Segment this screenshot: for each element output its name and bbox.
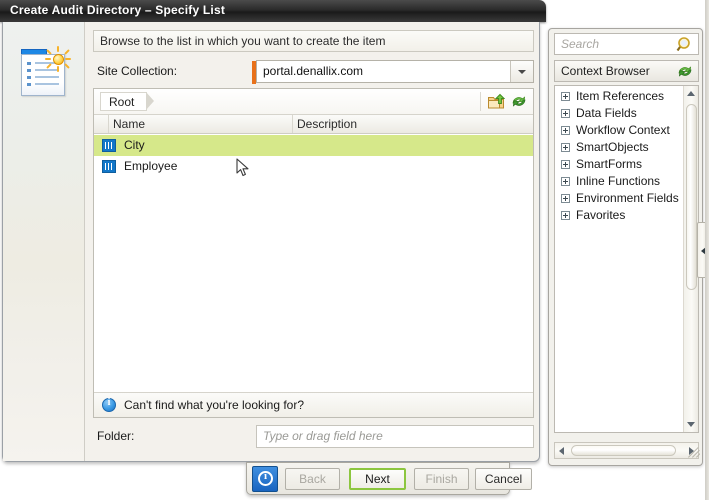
- refresh-icon[interactable]: [510, 93, 528, 110]
- table-row[interactable]: City: [94, 135, 533, 156]
- row-name: Employee: [124, 159, 178, 173]
- tree-item-workflow-context[interactable]: Workflow Context: [555, 122, 682, 139]
- site-collection-label: Site Collection:: [97, 64, 178, 78]
- context-browser-header: Context Browser: [554, 60, 699, 82]
- expand-plus-icon[interactable]: [561, 211, 570, 220]
- list-icon: [102, 160, 116, 173]
- context-tree-items: Item References Data Fields Workflow Con…: [555, 88, 682, 224]
- browser-footer-note[interactable]: Can't find what you're looking for?: [94, 392, 533, 417]
- tree-item-label: SmartForms: [576, 157, 642, 171]
- site-collection-dropdown-button[interactable]: [510, 61, 533, 82]
- tree-item-inline-functions[interactable]: Inline Functions: [555, 173, 682, 190]
- breadcrumb-root[interactable]: Root: [100, 92, 155, 111]
- tree-item-label: SmartObjects: [576, 140, 649, 154]
- wizard-left-rail: [3, 22, 85, 461]
- tree-item-label: Workflow Context: [576, 123, 670, 137]
- expand-plus-icon[interactable]: [561, 92, 570, 101]
- scroll-left-arrow-icon[interactable]: [559, 447, 564, 455]
- horizontal-scroll-thumb[interactable]: [571, 445, 676, 456]
- chevron-down-icon: [518, 70, 526, 74]
- next-button[interactable]: Next: [349, 468, 406, 490]
- vertical-scroll-thumb[interactable]: [686, 104, 697, 290]
- window-edge-strip: [705, 0, 709, 500]
- cancel-button[interactable]: Cancel: [475, 468, 532, 490]
- tree-item-favorites[interactable]: Favorites: [555, 207, 682, 224]
- site-collection-row: Site Collection: portal.denallix.com: [93, 60, 534, 84]
- wizard-dialog: Create Audit Directory – Specify List Br…: [0, 0, 546, 487]
- mouse-cursor: [236, 158, 250, 178]
- site-collection-value: portal.denallix.com: [263, 64, 364, 78]
- list-column-header: Name Description: [94, 115, 533, 134]
- list-browser: Root Name Description City Employee i Ca…: [93, 88, 534, 418]
- finish-button[interactable]: Finish: [414, 468, 469, 490]
- folder-input[interactable]: Type or drag field here: [256, 425, 534, 448]
- tree-item-label: Item References: [576, 89, 665, 103]
- expand-plus-icon[interactable]: [561, 160, 570, 169]
- tree-item-data-fields[interactable]: Data Fields: [555, 105, 682, 122]
- context-tree-horizontal-scrollbar[interactable]: [554, 442, 699, 459]
- tree-item-environment-fields[interactable]: Environment Fields: [555, 190, 682, 207]
- context-tree: Item References Data Fields Workflow Con…: [554, 85, 699, 433]
- column-header-name[interactable]: Name: [113, 117, 145, 131]
- table-row[interactable]: Employee: [94, 156, 533, 177]
- footer-note-text: Can't find what you're looking for?: [124, 398, 305, 412]
- expand-plus-icon[interactable]: [561, 109, 570, 118]
- row-name: City: [124, 138, 145, 152]
- search-placeholder: Search: [561, 37, 600, 51]
- refresh-icon[interactable]: [676, 63, 694, 80]
- search-input[interactable]: Search: [554, 33, 699, 55]
- tree-item-label: Environment Fields: [576, 191, 679, 205]
- required-marker: [252, 61, 256, 84]
- navigate-up-icon[interactable]: [487, 93, 506, 110]
- folder-placeholder: Type or drag field here: [263, 429, 383, 443]
- expand-plus-icon[interactable]: [561, 177, 570, 186]
- context-browser-panel: Search Context Browser Item References D…: [548, 28, 703, 466]
- dialog-titlebar: Create Audit Directory – Specify List: [0, 0, 546, 22]
- app-root: Create Audit Directory – Specify List Br…: [0, 0, 709, 500]
- dialog-title: Create Audit Directory – Specify List: [10, 3, 226, 17]
- wizard-content: Browse to the list in which you want to …: [86, 22, 539, 461]
- tree-item-item-references[interactable]: Item References: [555, 88, 682, 105]
- scroll-down-arrow-icon[interactable]: [687, 422, 695, 427]
- scroll-up-arrow-icon[interactable]: [687, 91, 695, 96]
- search-icon[interactable]: [676, 36, 694, 53]
- expand-plus-icon[interactable]: [561, 143, 570, 152]
- site-collection-combobox[interactable]: portal.denallix.com: [252, 60, 534, 84]
- context-browser-title: Context Browser: [561, 64, 650, 78]
- expand-plus-icon[interactable]: [561, 126, 570, 135]
- new-list-item-icon: [17, 46, 73, 100]
- dialog-body: Browse to the list in which you want to …: [2, 22, 540, 462]
- info-icon: [102, 397, 116, 412]
- tree-item-label: Data Fields: [576, 106, 637, 120]
- expand-plus-icon[interactable]: [561, 194, 570, 203]
- tree-item-label: Favorites: [576, 208, 626, 222]
- toolbar-separator: [480, 92, 481, 111]
- wizard-instruction-banner: Browse to the list in which you want to …: [93, 30, 534, 52]
- tree-item-label: Inline Functions: [576, 174, 661, 188]
- tree-item-smartobjects[interactable]: SmartObjects: [555, 139, 682, 156]
- context-tree-vertical-scrollbar[interactable]: [683, 86, 698, 432]
- tree-item-smartforms[interactable]: SmartForms: [555, 156, 682, 173]
- list-rows: City Employee: [94, 135, 533, 391]
- list-icon: [102, 139, 116, 152]
- help-info-icon[interactable]: [252, 466, 278, 492]
- column-header-description[interactable]: Description: [297, 117, 357, 131]
- back-button[interactable]: Back: [285, 468, 340, 490]
- folder-row: Folder: Type or drag field here: [93, 425, 534, 449]
- resize-grip-icon[interactable]: [686, 444, 700, 458]
- breadcrumb-toolbar: Root: [94, 89, 533, 115]
- folder-label: Folder:: [97, 429, 135, 443]
